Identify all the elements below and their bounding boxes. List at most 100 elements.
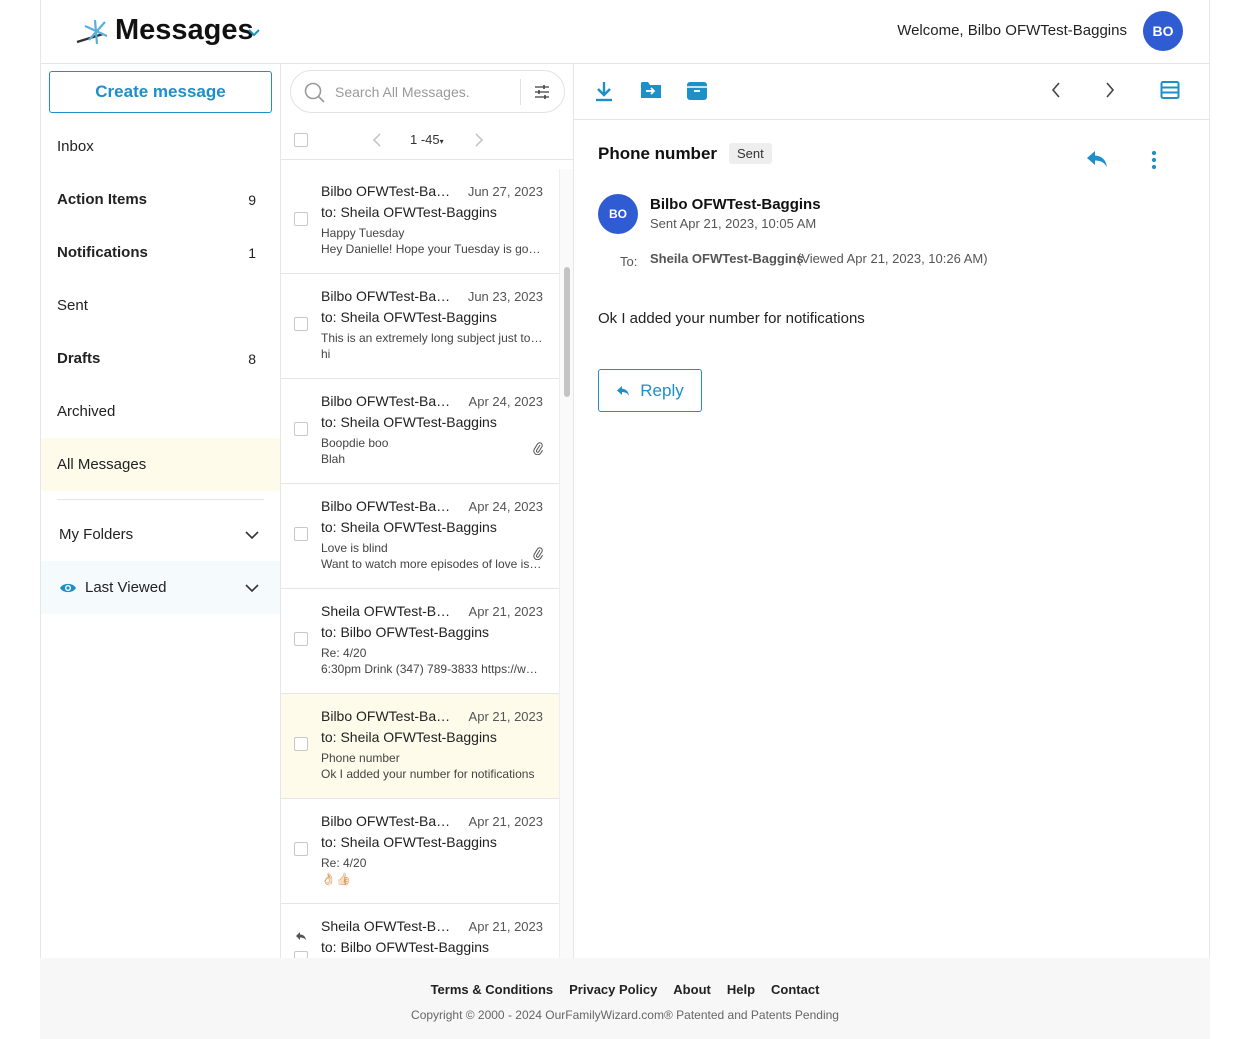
footer-link-privacy[interactable]: Privacy Policy: [569, 982, 657, 997]
paperclip-icon: [533, 442, 543, 455]
sender-name: Bilbo OFWTest-Baggins: [650, 196, 821, 213]
message-checkbox[interactable]: [294, 632, 308, 646]
message-checkbox[interactable]: [294, 317, 308, 331]
message-to: to: Sheila OFWTest-Baggins: [321, 834, 497, 850]
message-to: to: Sheila OFWTest-Baggins: [321, 309, 497, 325]
recipient-viewed: (Viewed Apr 21, 2023, 10:26 AM): [797, 251, 988, 266]
more-options-icon[interactable]: [1151, 150, 1157, 170]
header: Messages Welcome, Bilbo OFWTest-Baggins …: [41, 0, 1209, 64]
sidebar-item-action-items[interactable]: Action Items 9: [41, 173, 280, 226]
list-item-selected[interactable]: Bilbo OFWTest-Baggins Apr 21, 2023 to: S…: [281, 694, 559, 799]
list-item[interactable]: Sheila OFWTest-Baggins Apr 21, 2023 to: …: [281, 589, 559, 694]
message-checkbox[interactable]: [294, 212, 308, 226]
footer: Terms & Conditions Privacy Policy About …: [40, 958, 1210, 1039]
message-date: Apr 21, 2023: [468, 919, 543, 934]
chevron-right-icon[interactable]: [473, 132, 485, 148]
list-item[interactable]: Bilbo OFWTest-Baggins Apr 24, 2023 to: S…: [281, 484, 559, 589]
message-subject: Re: 4/20: [321, 856, 367, 870]
message-to: to: Sheila OFWTest-Baggins: [321, 519, 497, 535]
sidebar-item-label: Action Items: [57, 191, 148, 208]
scrollbar[interactable]: [559, 169, 573, 958]
status-badge: Sent: [729, 143, 772, 164]
message-subject: Boopdie boo: [321, 436, 389, 450]
my-folders-toggle[interactable]: My Folders: [41, 508, 280, 561]
reply-icon[interactable]: [1086, 150, 1108, 168]
filter-sliders-icon[interactable]: [534, 84, 550, 100]
sidebar-item-label: Sent: [57, 297, 88, 314]
footer-link-about[interactable]: About: [673, 982, 711, 997]
message-from: Sheila OFWTest-Baggins: [321, 603, 456, 619]
message-preview: Want to watch more episodes of love is b…: [321, 557, 543, 571]
message-checkbox[interactable]: [294, 527, 308, 541]
pagination-label: 1 -45: [410, 132, 440, 147]
user-avatar[interactable]: BO: [1143, 11, 1183, 51]
footer-link-contact[interactable]: Contact: [771, 982, 819, 997]
message-checkbox[interactable]: [294, 951, 308, 958]
welcome-text: Welcome, Bilbo OFWTest-Baggins: [897, 22, 1127, 39]
list-toolbar: 1 -45▾: [281, 120, 573, 160]
chevron-left-icon[interactable]: [371, 132, 383, 148]
next-message-icon[interactable]: [1104, 80, 1116, 100]
move-to-folder-icon[interactable]: [640, 80, 662, 100]
paperclip-icon: [533, 547, 543, 560]
sidebar-item-label: Notifications: [57, 244, 148, 261]
message-subject: Phone number: [321, 751, 400, 765]
message-subject: Happy Tuesday: [321, 226, 405, 240]
message-preview: hi: [321, 347, 331, 361]
sidebar-item-all-messages[interactable]: All Messages: [41, 438, 280, 491]
message-date: Apr 24, 2023: [468, 394, 543, 409]
message-preview: 6:30pm Drink (347) 789-3833 https://www.…: [321, 662, 543, 676]
reply-button[interactable]: Reply: [598, 369, 702, 412]
sidebar-divider: [57, 499, 264, 500]
message-list-panel: Search All Messages. 1 -45▾ Bilbo OFWTes…: [281, 64, 574, 958]
select-all-checkbox[interactable]: [294, 133, 308, 147]
sidebar-item-inbox[interactable]: Inbox: [41, 120, 280, 173]
list-item[interactable]: Bilbo OFWTest-Baggins Jun 27, 2023 to: S…: [281, 169, 559, 274]
message-to: to: Sheila OFWTest-Baggins: [321, 729, 497, 745]
message-checkbox[interactable]: [294, 842, 308, 856]
list-item[interactable]: Bilbo OFWTest-Baggins Jun 23, 2023 to: S…: [281, 274, 559, 379]
search-bar[interactable]: Search All Messages.: [290, 70, 565, 113]
last-viewed-toggle[interactable]: Last Viewed: [41, 561, 280, 614]
footer-links: Terms & Conditions Privacy Policy About …: [40, 982, 1210, 997]
message-preview: 👌🏻👍🏻: [321, 872, 351, 886]
message-to: to: Sheila OFWTest-Baggins: [321, 204, 497, 220]
create-message-button[interactable]: Create message: [49, 71, 272, 113]
message-subject: Re: 4/20: [321, 646, 367, 660]
footer-link-terms[interactable]: Terms & Conditions: [431, 982, 554, 997]
sidebar-item-sent[interactable]: Sent: [41, 279, 280, 332]
pagination-range[interactable]: 1 -45▾: [410, 132, 444, 147]
chevron-down-icon[interactable]: [246, 24, 262, 40]
list-item[interactable]: Sheila OFWTest-Baggins Apr 21, 2023 to: …: [281, 904, 559, 958]
recipient-name: Sheila OFWTest-Baggins: [650, 251, 804, 266]
message-from: Bilbo OFWTest-Baggins: [321, 288, 456, 304]
message-from: Bilbo OFWTest-Baggins: [321, 498, 456, 514]
message-subject: Love is blind: [321, 541, 388, 555]
sidebar-item-drafts[interactable]: Drafts 8: [41, 332, 280, 385]
sidebar-item-label: Inbox: [57, 138, 94, 155]
list-item[interactable]: Bilbo OFWTest-Baggins Apr 21, 2023 to: S…: [281, 799, 559, 904]
scrollbar-thumb[interactable]: [564, 267, 570, 397]
message-checkbox[interactable]: [294, 737, 308, 751]
layout-toggle-icon[interactable]: [1160, 80, 1180, 100]
sidebar-item-notifications[interactable]: Notifications 1: [41, 226, 280, 279]
ofw-logo-icon: [76, 19, 108, 45]
footer-link-help[interactable]: Help: [727, 982, 755, 997]
recipient-label: To:: [620, 254, 638, 269]
app-title[interactable]: Messages: [115, 14, 254, 47]
message-from: Bilbo OFWTest-Baggins: [321, 183, 456, 199]
list-item[interactable]: Bilbo OFWTest-Baggins Apr 24, 2023 to: S…: [281, 379, 559, 484]
message-list: Bilbo OFWTest-Baggins Jun 27, 2023 to: S…: [281, 169, 559, 958]
archive-icon[interactable]: [686, 80, 708, 102]
previous-message-icon[interactable]: [1050, 80, 1062, 100]
caret-down-icon: ▾: [439, 137, 444, 146]
search-input[interactable]: Search All Messages.: [335, 84, 470, 100]
sidebar-item-count: 8: [248, 350, 256, 367]
copyright: Copyright © 2000 - 2024 OurFamilyWizard.…: [411, 1008, 839, 1022]
message-checkbox[interactable]: [294, 422, 308, 436]
message-to: to: Bilbo OFWTest-Baggins: [321, 939, 490, 955]
message-body: Ok I added your number for notifications: [598, 310, 865, 327]
sidebar-item-archived[interactable]: Archived: [41, 385, 280, 438]
download-icon[interactable]: [594, 80, 614, 102]
reply-icon: [617, 385, 630, 396]
